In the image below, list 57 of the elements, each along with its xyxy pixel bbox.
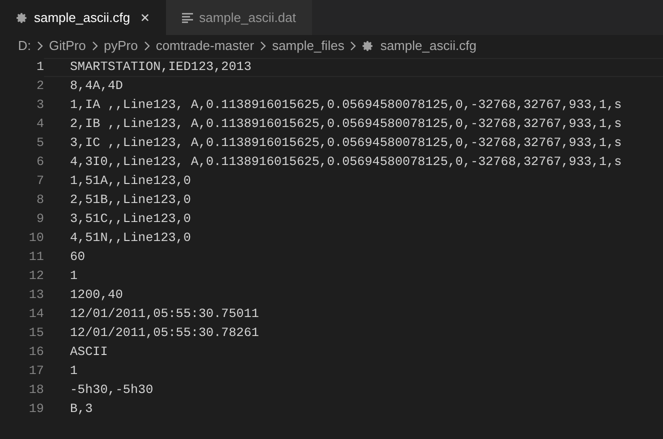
code-line: 60 bbox=[70, 249, 86, 266]
code-line: 2,51B,,Line123,0 bbox=[70, 192, 191, 210]
line-number: 7 bbox=[35, 173, 44, 190]
breadcrumb-item[interactable]: pyPro bbox=[104, 36, 138, 56]
line-number: 9 bbox=[35, 211, 44, 228]
breadcrumb-item[interactable]: D: bbox=[18, 36, 31, 56]
line-number: 3 bbox=[35, 97, 44, 114]
line-number: 18 bbox=[28, 382, 44, 400]
code-line: 12/01/2011,05:55:30.75011 bbox=[70, 306, 259, 324]
chevron-icon bbox=[260, 41, 266, 51]
tab-label: sample_ascii.dat bbox=[199, 8, 296, 27]
line-number: 11 bbox=[28, 249, 44, 266]
editor-tab[interactable]: sample_ascii.dat bbox=[166, 0, 312, 35]
code-line: 1,IA ,,Line123, A,0.1138916015625,0.05694580078125,0,-32768,32767,933,1,s bbox=[70, 97, 622, 114]
line-number: 2 bbox=[35, 78, 44, 96]
line-number: 12 bbox=[28, 268, 44, 286]
line-number: 8 bbox=[35, 192, 44, 210]
code-line: B,3 bbox=[70, 401, 93, 418]
line-number: 17 bbox=[28, 363, 44, 380]
code-line: SMARTSTATION,IED123,2013 bbox=[70, 59, 252, 76]
code-line: ASCII bbox=[70, 344, 108, 362]
chevron-icon bbox=[92, 41, 98, 51]
line-number: 15 bbox=[28, 325, 44, 342]
code-line: 2,IB ,,Line123, A,0.1138916015625,0.05694580078125,0,-32768,32767,933,1,s bbox=[70, 116, 622, 134]
code-line: 1,51A,,Line123,0 bbox=[70, 173, 191, 190]
breadcrumb-item[interactable]: GitPro bbox=[49, 36, 86, 56]
line-number: 6 bbox=[35, 154, 44, 172]
line-number: 4 bbox=[35, 116, 44, 134]
code-line: 1 bbox=[70, 268, 78, 286]
code-line: 4,51N,,Line123,0 bbox=[70, 230, 191, 248]
chevron-icon bbox=[350, 41, 356, 51]
line-number: 16 bbox=[28, 344, 44, 362]
code-line: 12/01/2011,05:55:30.78261 bbox=[70, 325, 259, 342]
breadcrumb-item[interactable]: comtrade-master bbox=[156, 36, 254, 56]
code-line: 3,51C,,Line123,0 bbox=[70, 211, 191, 228]
editor-tab[interactable]: sample_ascii.cfg ✕ bbox=[0, 0, 166, 35]
gear-icon bbox=[16, 12, 28, 24]
tab-label: sample_ascii.cfg bbox=[34, 8, 130, 27]
chevron-icon bbox=[37, 41, 43, 51]
code-line: 3,IC ,,Line123, A,0.1138916015625,0.05694580078125,0,-32768,32767,933,1,s bbox=[70, 135, 622, 152]
breadcrumb-item[interactable]: sample_files bbox=[272, 36, 344, 56]
code-line: 8,4A,4D bbox=[70, 78, 123, 96]
line-number: 14 bbox=[28, 306, 44, 324]
line-number: 19 bbox=[28, 401, 44, 418]
line-number: 5 bbox=[35, 135, 44, 152]
breadcrumb-item[interactable]: sample_ascii.cfg bbox=[380, 36, 476, 56]
code-line: 1200,40 bbox=[70, 287, 123, 304]
gear-icon bbox=[362, 40, 374, 52]
chevron-icon bbox=[144, 41, 150, 51]
code-line: 1 bbox=[70, 363, 78, 380]
line-number: 13 bbox=[28, 287, 44, 304]
line-number: 1 bbox=[35, 59, 44, 76]
close-icon[interactable]: ✕ bbox=[140, 8, 150, 26]
line-number: 10 bbox=[28, 230, 44, 248]
lines-icon bbox=[182, 12, 194, 22]
code-line: 4,3I0,,Line123, A,0.1138916015625,0.05694580078125,0,-32768,32767,933,1,s bbox=[70, 154, 622, 172]
code-line: -5h30,-5h30 bbox=[70, 382, 154, 400]
